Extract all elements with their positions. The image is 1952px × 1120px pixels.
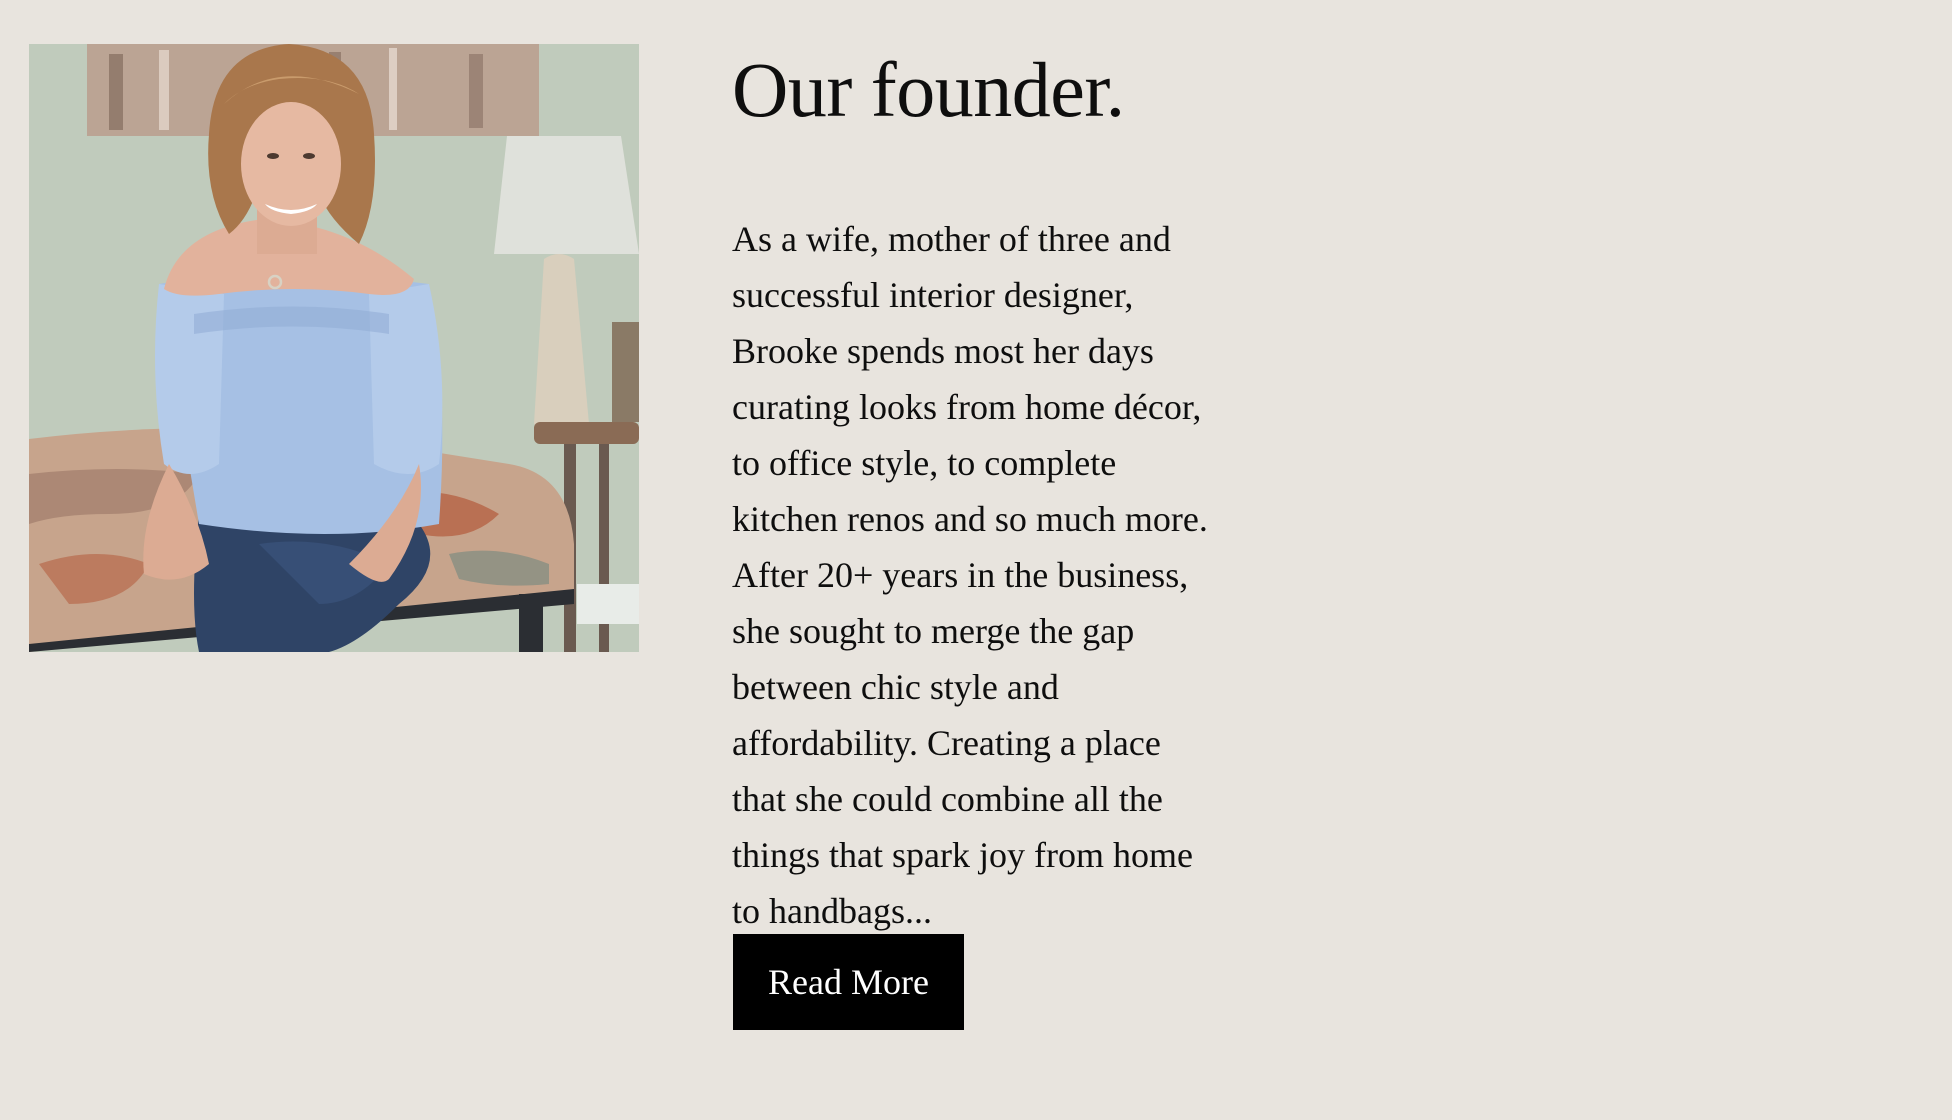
bio-line: to office style, to complete xyxy=(732,443,1117,483)
bio-line: curating looks from home décor, xyxy=(732,387,1202,427)
bio-line: As a wife, mother of three and xyxy=(732,219,1171,259)
bio-line: kitchen renos and so much more. xyxy=(732,499,1208,539)
bio-line: she sought to merge the gap xyxy=(732,611,1135,651)
bio-line: to handbags... xyxy=(732,891,932,931)
section-title: Our founder. xyxy=(732,46,1125,133)
bio-line: After 20+ years in the business, xyxy=(732,555,1189,595)
founder-bio: As a wife, mother of three and successfu… xyxy=(732,211,1292,939)
bio-line: affordability. Creating a place xyxy=(732,723,1161,763)
founder-photo xyxy=(29,44,639,652)
bio-line: successful interior designer, xyxy=(732,275,1134,315)
bio-line: that she could combine all the xyxy=(732,779,1163,819)
bio-line: things that spark joy from home xyxy=(732,835,1193,875)
bio-line: between chic style and xyxy=(732,667,1059,707)
bio-line: Brooke spends most her days xyxy=(732,331,1154,371)
founder-section: Our founder. As a wife, mother of three … xyxy=(732,40,1292,939)
read-more-button[interactable]: Read More xyxy=(733,934,964,1030)
